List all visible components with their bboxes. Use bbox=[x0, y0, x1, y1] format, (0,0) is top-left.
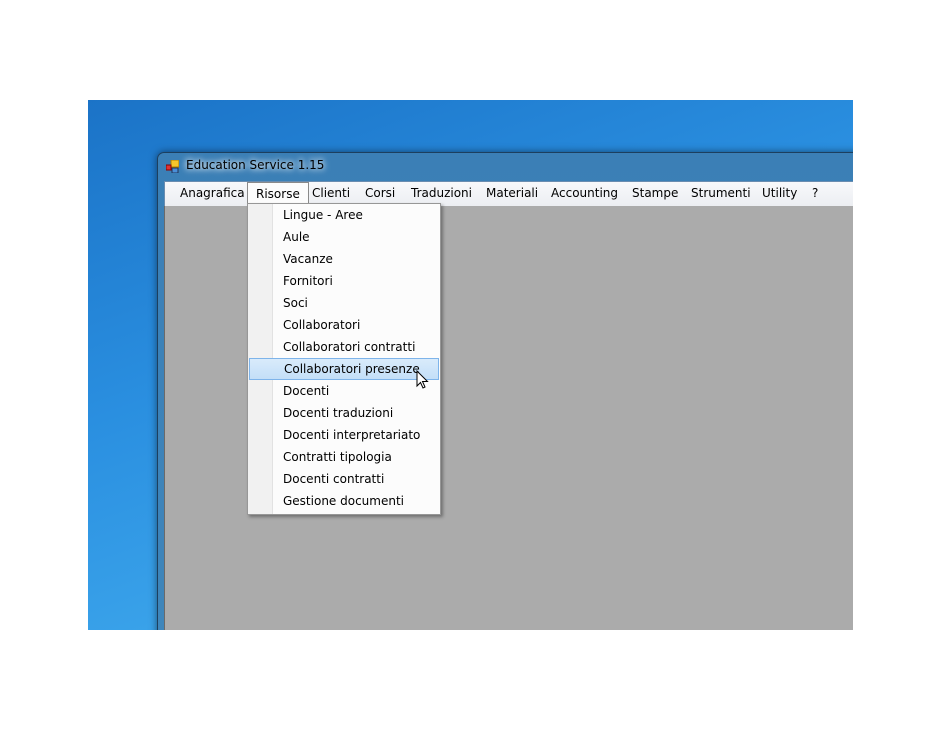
menu-item-label: Soci bbox=[283, 296, 308, 310]
menu-item-lingue-aree[interactable]: Lingue - Aree bbox=[249, 204, 437, 226]
menu-risorse[interactable]: Risorse bbox=[247, 182, 309, 205]
menu-item-label: Gestione documenti bbox=[283, 494, 404, 508]
app-icon bbox=[166, 160, 179, 173]
menu-item-fornitori[interactable]: Fornitori bbox=[249, 270, 437, 292]
menu-anagrafica[interactable]: Anagrafica bbox=[180, 186, 245, 200]
menu-clienti[interactable]: Clienti bbox=[312, 186, 350, 200]
menu-item-aule[interactable]: Aule bbox=[249, 226, 437, 248]
menu-item-collaboratori-contratti[interactable]: Collaboratori contratti bbox=[249, 336, 437, 358]
desktop: Education Service 1.15 Anagrafica Risorse… bbox=[88, 100, 853, 630]
menu-item-collaboratori-presenze[interactable]: Collaboratori presenze bbox=[249, 358, 439, 380]
menu-help[interactable]: ? bbox=[812, 186, 818, 200]
menu-item-label: Docenti traduzioni bbox=[283, 406, 394, 420]
menu-materiali[interactable]: Materiali bbox=[486, 186, 538, 200]
risorse-dropdown-menu: Lingue - Aree Aule Vacanze Fornitori Soci Col… bbox=[247, 203, 441, 515]
window-title: Education Service 1.15 bbox=[186, 158, 325, 172]
menu-item-docenti-interpretariato[interactable]: Docenti interpretariato bbox=[249, 424, 437, 446]
menu-item-contratti-tipologia[interactable]: Contratti tipologia bbox=[249, 446, 437, 468]
menu-item-docenti-contratti[interactable]: Docenti contratti bbox=[249, 468, 437, 490]
menu-item-gestione-documenti[interactable]: Gestione documenti bbox=[249, 490, 437, 512]
menu-item-soci[interactable]: Soci bbox=[249, 292, 437, 314]
menu-item-docenti-traduzioni[interactable]: Docenti traduzioni bbox=[249, 402, 437, 424]
menu-item-label: Docenti contratti bbox=[283, 472, 385, 486]
mouse-cursor-icon bbox=[416, 370, 429, 389]
menu-item-vacanze[interactable]: Vacanze bbox=[249, 248, 437, 270]
menu-strumenti[interactable]: Strumenti bbox=[691, 186, 751, 200]
menu-item-label: Aule bbox=[283, 230, 310, 244]
menu-item-label: Collaboratori bbox=[283, 318, 361, 332]
menu-accounting[interactable]: Accounting bbox=[551, 186, 618, 200]
menu-corsi[interactable]: Corsi bbox=[365, 186, 395, 200]
menu-item-collaboratori[interactable]: Collaboratori bbox=[249, 314, 437, 336]
menu-item-label: Lingue - Aree bbox=[283, 208, 363, 222]
menu-item-docenti[interactable]: Docenti bbox=[249, 380, 437, 402]
menu-item-label: Docenti interpretariato bbox=[283, 428, 421, 442]
menu-item-label: Vacanze bbox=[283, 252, 333, 266]
menu-traduzioni[interactable]: Traduzioni bbox=[411, 186, 472, 200]
menu-item-label: Fornitori bbox=[283, 274, 333, 288]
menu-item-label: Docenti bbox=[283, 384, 330, 398]
menu-stampe[interactable]: Stampe bbox=[632, 186, 678, 200]
menu-item-label: Contratti tipologia bbox=[283, 450, 392, 464]
menu-item-label: Collaboratori presenze bbox=[284, 362, 420, 376]
menu-item-label: Collaboratori contratti bbox=[283, 340, 416, 354]
menu-utility[interactable]: Utility bbox=[762, 186, 797, 200]
